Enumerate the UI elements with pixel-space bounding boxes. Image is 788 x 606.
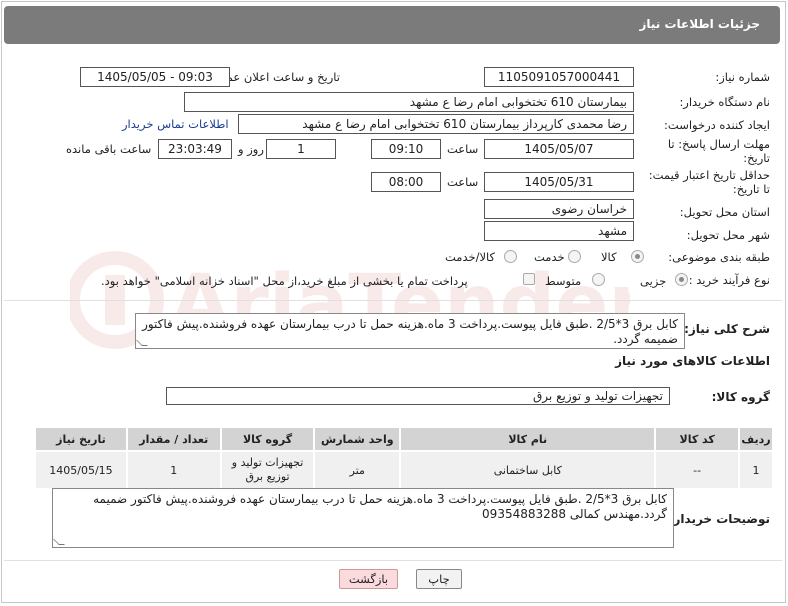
process-option-medium: متوسط [545, 274, 582, 288]
col-item-group: گروه کالا [219, 426, 316, 452]
announce-field[interactable]: 1405/05/05 - 09:03 [80, 67, 230, 87]
description-textarea[interactable]: کابل برق 3*2/5 .طبق فایل پیوست.پرداخت 3 … [135, 313, 685, 349]
category-option-both: کالا/خدمت [445, 250, 496, 264]
deadline-time-field[interactable]: 09:10 [371, 139, 441, 159]
divider [4, 560, 782, 561]
col-need-date: تاریخ نیاز [34, 426, 128, 452]
treasury-payment-checkbox[interactable] [523, 273, 535, 285]
col-row-number: ردیف [738, 426, 774, 452]
deadline-label-2: تاریخ: [743, 151, 770, 165]
description-label: شرح کلی نیاز: [684, 322, 770, 336]
days-field[interactable]: 1 [266, 139, 336, 159]
buyer-notes-textarea[interactable]: کابل برق 3*2/5 .طبق فایل پیوست.پرداخت 3 … [52, 488, 674, 548]
col-item-code: کد کالا [654, 426, 741, 452]
category-option-service: خدمت [534, 250, 565, 264]
cell-unit: متر [313, 450, 402, 490]
days-label: روز و [238, 142, 264, 156]
remaining-label: ساعت باقی مانده [66, 142, 152, 156]
category-radio-service[interactable] [568, 250, 581, 263]
cell-quantity: 1 [125, 450, 222, 490]
page: AriaTender.net جزئیات اطلاعات نیاز شماره… [0, 0, 788, 606]
goods-table-header: ردیف کد کالا نام کالا واحد شمارش گروه کا… [34, 426, 774, 452]
table-row[interactable]: 1 -- کابل ساختمانی متر تجهیزات تولید و ت… [34, 450, 774, 490]
process-radio-minor[interactable] [675, 273, 688, 286]
province-label: استان محل تحویل: [679, 205, 770, 219]
goods-table: ردیف کد کالا نام کالا واحد شمارش گروه کا… [34, 426, 774, 490]
process-label: نوع فرآیند خرید : [688, 273, 770, 287]
deadline-time-label: ساعت [447, 142, 479, 156]
category-radio-goods[interactable] [631, 250, 644, 263]
page-title: جزئیات اطلاعات نیاز [639, 17, 760, 31]
back-button[interactable]: بازگشت [339, 569, 398, 589]
cell-row-number: 1 [738, 450, 774, 490]
city-field[interactable]: مشهد [484, 221, 634, 241]
col-unit: واحد شمارش [313, 426, 402, 452]
remaining-time-field[interactable]: 23:03:49 [158, 139, 232, 159]
min-price-time-label: ساعت [447, 175, 479, 189]
cell-item-name: کابل ساختمانی [399, 450, 657, 490]
cell-need-date: 1405/05/15 [34, 450, 128, 490]
need-number-field[interactable]: 1105091057000441 [484, 67, 634, 87]
need-number-label: شماره نیاز: [715, 70, 770, 84]
min-price-time-field[interactable]: 08:00 [371, 172, 441, 192]
buyer-notes-label: توضیحات خریدار: [668, 512, 770, 526]
buyer-notes-text: کابل برق 3*2/5 .طبق فایل پیوست.پرداخت 3 … [93, 492, 667, 521]
col-item-name: نام کالا [399, 426, 657, 452]
process-option-minor: جزیی [640, 274, 667, 288]
cell-item-group: تجهیزات تولید و توزیع برق [219, 450, 316, 490]
buyer-org-label: نام دستگاه خریدار: [679, 95, 770, 109]
goods-group-label: گروه کالا: [711, 390, 770, 404]
description-text: کابل برق 3*2/5 .طبق فایل پیوست.پرداخت 3 … [142, 317, 678, 346]
category-option-goods: کالا [601, 250, 617, 264]
creator-label: ایجاد کننده درخواست: [664, 118, 770, 132]
process-radio-medium[interactable] [592, 273, 605, 286]
goods-section-title: اطلاعات کالاهای مورد نیاز [615, 354, 770, 368]
buyer-org-field[interactable]: بیمارستان 610 تختخوابی امام رضا ع مشهد [184, 92, 634, 112]
category-label: طبقه بندی موضوعی: [668, 250, 770, 264]
resize-grip-icon[interactable] [53, 539, 65, 545]
min-price-date-field[interactable]: 1405/05/31 [484, 172, 634, 192]
min-price-label: حداقل تاریخ اعتبار قیمت: [648, 168, 770, 182]
deadline-date-field[interactable]: 1405/05/07 [484, 139, 634, 159]
min-price-label-2: تا تاریخ: [732, 182, 770, 196]
print-button[interactable]: چاپ [416, 569, 462, 589]
city-label: شهر محل تحویل: [686, 228, 770, 242]
deadline-label: مهلت ارسال پاسخ: تا [667, 137, 770, 151]
header-bar: جزئیات اطلاعات نیاز [4, 6, 780, 44]
province-field[interactable]: خراسان رضوی [484, 199, 634, 219]
cell-item-code: -- [654, 450, 741, 490]
col-quantity: تعداد / مقدار [125, 426, 222, 452]
goods-group-field[interactable]: تجهیزات تولید و توزیع برق [166, 387, 670, 405]
resize-grip-icon[interactable] [136, 340, 148, 346]
category-radio-both[interactable] [504, 250, 517, 263]
creator-field[interactable]: رضا محمدی کارپرداز بیمارستان 610 تختخواب… [238, 114, 634, 134]
divider [4, 300, 782, 301]
payment-note: پرداخت تمام یا بخشی از مبلغ خرید،از محل … [101, 274, 468, 288]
buyer-contact-link[interactable]: اطلاعات تماس خریدار [122, 117, 229, 131]
